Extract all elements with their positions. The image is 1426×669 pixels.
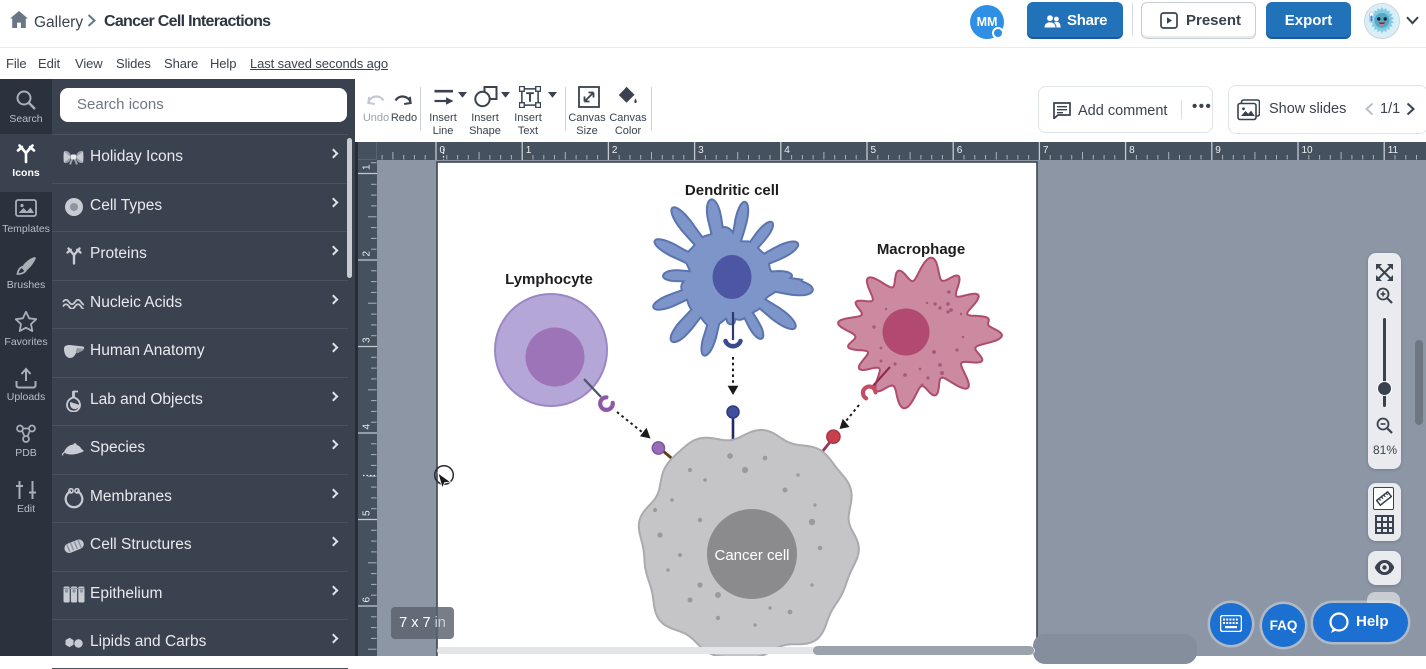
svg-text:11: 11 — [1388, 145, 1399, 156]
svg-text:7: 7 — [1043, 145, 1049, 156]
svg-text:5: 5 — [871, 145, 877, 156]
svg-text:Cancer cell: Cancer cell — [714, 547, 789, 564]
svg-text:6: 6 — [362, 597, 373, 603]
svg-text:Lymphocyte: Lymphocyte — [505, 271, 593, 288]
svg-text:2: 2 — [612, 145, 618, 156]
svg-text:8: 8 — [1129, 145, 1135, 156]
svg-text:10: 10 — [1302, 145, 1314, 156]
svg-text:4: 4 — [362, 424, 373, 430]
svg-text:3: 3 — [362, 337, 373, 343]
svg-text:0: 0 — [440, 145, 446, 156]
svg-text:5: 5 — [362, 510, 373, 516]
svg-text:Dendritic cell: Dendritic cell — [685, 182, 779, 199]
svg-text:4: 4 — [784, 145, 790, 156]
svg-text:6: 6 — [957, 145, 963, 156]
svg-text:1: 1 — [526, 145, 532, 156]
svg-text:1: 1 — [362, 164, 373, 170]
svg-text:Macrophage: Macrophage — [877, 241, 965, 258]
svg-text:2: 2 — [362, 251, 373, 257]
svg-text:9: 9 — [1215, 145, 1221, 156]
svg-text:3: 3 — [698, 145, 704, 156]
